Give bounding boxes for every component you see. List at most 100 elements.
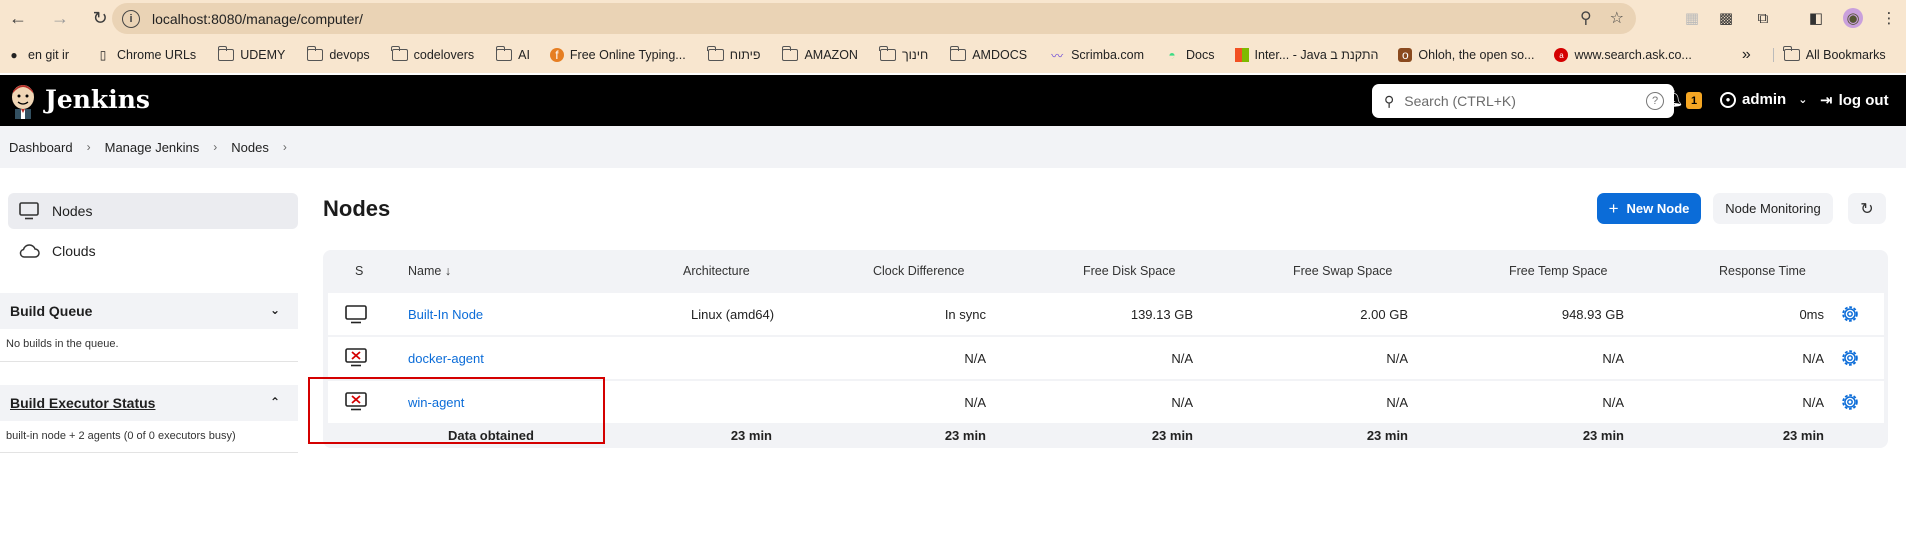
folder-icon: [781, 46, 799, 61]
zoom-icon[interactable]: ⚲: [1580, 8, 1592, 28]
bookmark-folder[interactable]: UDEMY: [217, 46, 285, 62]
extensions-puzzle-icon[interactable]: ⧉: [1753, 8, 1773, 28]
bookmark-item[interactable]: ◓ Docs: [1164, 48, 1214, 62]
gear-icon[interactable]: [1839, 303, 1861, 325]
side-panel-icon[interactable]: ◧: [1806, 8, 1826, 28]
breadcrumb-manage-jenkins[interactable]: Manage Jenkins: [105, 140, 200, 155]
forward-icon[interactable]: →: [46, 5, 74, 33]
build-queue-title: Build Queue: [10, 303, 93, 319]
node-architecture: Linux (amd64): [691, 307, 775, 322]
bookmarks-bar: ● en git ir ▯ Chrome URLs UDEMY devops cod…: [0, 37, 1906, 73]
chevron-down-icon: ⌄: [1798, 94, 1808, 106]
bookmark-folder[interactable]: devops: [306, 46, 370, 62]
gear-icon[interactable]: [1839, 391, 1861, 413]
bell-icon[interactable]: 🔔︎: [1662, 89, 1684, 109]
breadcrumb-nodes[interactable]: Nodes: [231, 140, 269, 155]
back-icon[interactable]: ←: [4, 5, 32, 33]
executor-status-header[interactable]: Build Executor Status ⌃: [0, 385, 298, 421]
column-header-clock-difference[interactable]: Clock Difference: [873, 264, 964, 278]
bookmark-item[interactable]: Inter... - Java התקנת ב: [1234, 48, 1378, 62]
node-name-link[interactable]: docker-agent: [408, 351, 484, 366]
bookmark-star-icon[interactable]: ☆: [1610, 8, 1624, 28]
new-node-label: New Node: [1626, 201, 1690, 216]
column-header-free-temp-space[interactable]: Free Temp Space: [1509, 264, 1607, 278]
chevron-down-icon[interactable]: ⌄: [270, 303, 280, 317]
microsoft-icon: [1234, 48, 1249, 62]
jenkins-logo-icon[interactable]: [9, 83, 37, 119]
folder-icon: [707, 46, 724, 61]
bookmark-folder[interactable]: פיתוח: [707, 46, 760, 62]
search-icon: ⚲: [1384, 92, 1395, 109]
bookmark-folder[interactable]: AMDOCS: [949, 46, 1027, 62]
node-monitoring-button[interactable]: Node Monitoring: [1713, 193, 1833, 224]
user-menu[interactable]: ● admin ⌄: [1720, 91, 1807, 108]
logout-link[interactable]: ⇥ log out: [1820, 91, 1889, 110]
sidebar-item-nodes[interactable]: Nodes: [8, 193, 298, 229]
sidebar-item-clouds[interactable]: Clouds: [8, 233, 298, 269]
folder-icon: [1783, 46, 1800, 61]
executor-status-body: built-in node + 2 agents (0 of 0 executo…: [6, 430, 236, 442]
all-bookmarks[interactable]: All Bookmarks: [1772, 46, 1886, 62]
url-text[interactable]: localhost:8080/manage/computer/: [152, 11, 363, 27]
browser-toolbar: ← → ↻ i localhost:8080/manage/computer/ …: [0, 0, 1906, 37]
column-header-name[interactable]: Name ↓: [408, 264, 451, 278]
bookmark-item[interactable]: f Free Online Typing...: [549, 48, 686, 62]
breadcrumb-dashboard[interactable]: Dashboard: [9, 140, 73, 155]
divider: [0, 361, 298, 362]
android-icon: ◓: [1168, 48, 1176, 62]
search-input[interactable]: ⚲ Search (CTRL+K) ?: [1372, 84, 1674, 118]
column-header-status[interactable]: S: [355, 264, 363, 278]
extension-icon[interactable]: ▦: [1682, 8, 1702, 28]
breadcrumb: Dashboard › Manage Jenkins › Nodes ›: [0, 126, 1906, 168]
bookmark-folder[interactable]: AMAZON: [781, 46, 858, 62]
chevron-right-icon: ›: [86, 140, 91, 154]
node-free-disk: 139.13 GB: [1130, 307, 1193, 322]
reload-icon[interactable]: ↻: [86, 5, 114, 33]
menu-kebab-icon[interactable]: ⋮: [1879, 8, 1899, 28]
column-header-free-disk-space[interactable]: Free Disk Space: [1083, 264, 1175, 278]
new-node-button[interactable]: + New Node: [1597, 193, 1701, 224]
scrimba-icon: 〰: [1051, 48, 1064, 63]
chevron-right-icon[interactable]: ›: [283, 140, 287, 154]
cloud-icon: [18, 243, 40, 259]
folder-icon: [306, 46, 324, 61]
column-header-architecture[interactable]: Architecture: [683, 264, 750, 278]
bookmark-item[interactable]: o Ohloh, the open so...: [1398, 48, 1534, 62]
bookmark-item[interactable]: a www.search.ask.co...: [1554, 48, 1692, 62]
bookmark-item[interactable]: 〰 Scrimba.com: [1049, 48, 1144, 63]
build-queue-body: No builds in the queue.: [6, 338, 119, 350]
node-clock-difference: N/A: [964, 395, 986, 410]
more-bookmarks-chevron-icon[interactable]: »: [1742, 46, 1751, 64]
column-header-response-time[interactable]: Response Time: [1719, 264, 1806, 278]
refresh-icon[interactable]: ↻: [1848, 193, 1886, 224]
site-info-icon[interactable]: i: [122, 9, 140, 28]
bookmark-folder[interactable]: חינוך: [879, 46, 928, 62]
table-row: [328, 293, 1884, 335]
page-icon: ▯: [99, 48, 107, 62]
node-name-link[interactable]: Built-In Node: [408, 307, 483, 322]
data-obtained-temp: 23 min: [1582, 428, 1624, 443]
sidebar-item-label: Nodes: [52, 203, 93, 219]
bookmark-folder[interactable]: codelovers: [391, 46, 474, 62]
bookmark-folder[interactable]: AI: [495, 46, 530, 62]
computer-online-icon: [345, 305, 367, 324]
bookmark-item[interactable]: ▯ Chrome URLs: [95, 48, 197, 62]
chevron-up-icon[interactable]: ⌃: [270, 395, 280, 409]
data-obtained-clock: 23 min: [944, 428, 986, 443]
jenkins-brand[interactable]: Jenkins: [45, 85, 150, 114]
notification-badge[interactable]: 1: [1686, 92, 1702, 109]
computer-icon: [18, 202, 40, 220]
typing-site-icon: f: [549, 48, 564, 62]
build-queue-header[interactable]: Build Queue ⌄: [0, 293, 298, 329]
annotation-highlight-box: [308, 377, 605, 444]
address-bar[interactable]: i localhost:8080/manage/computer/ ⚲ ☆: [112, 3, 1636, 34]
bookmark-item[interactable]: ● en git ir: [6, 48, 69, 62]
executor-status-title[interactable]: Build Executor Status: [10, 395, 155, 411]
search-placeholder: Search (CTRL+K): [1404, 93, 1516, 109]
profile-avatar-icon[interactable]: ◉: [1843, 8, 1863, 28]
qr-code-icon[interactable]: ▩: [1716, 8, 1736, 28]
node-free-temp: 948.93 GB: [1561, 307, 1624, 322]
column-header-free-swap-space[interactable]: Free Swap Space: [1293, 264, 1392, 278]
gear-icon[interactable]: [1839, 347, 1861, 369]
folder-icon: [391, 46, 408, 61]
